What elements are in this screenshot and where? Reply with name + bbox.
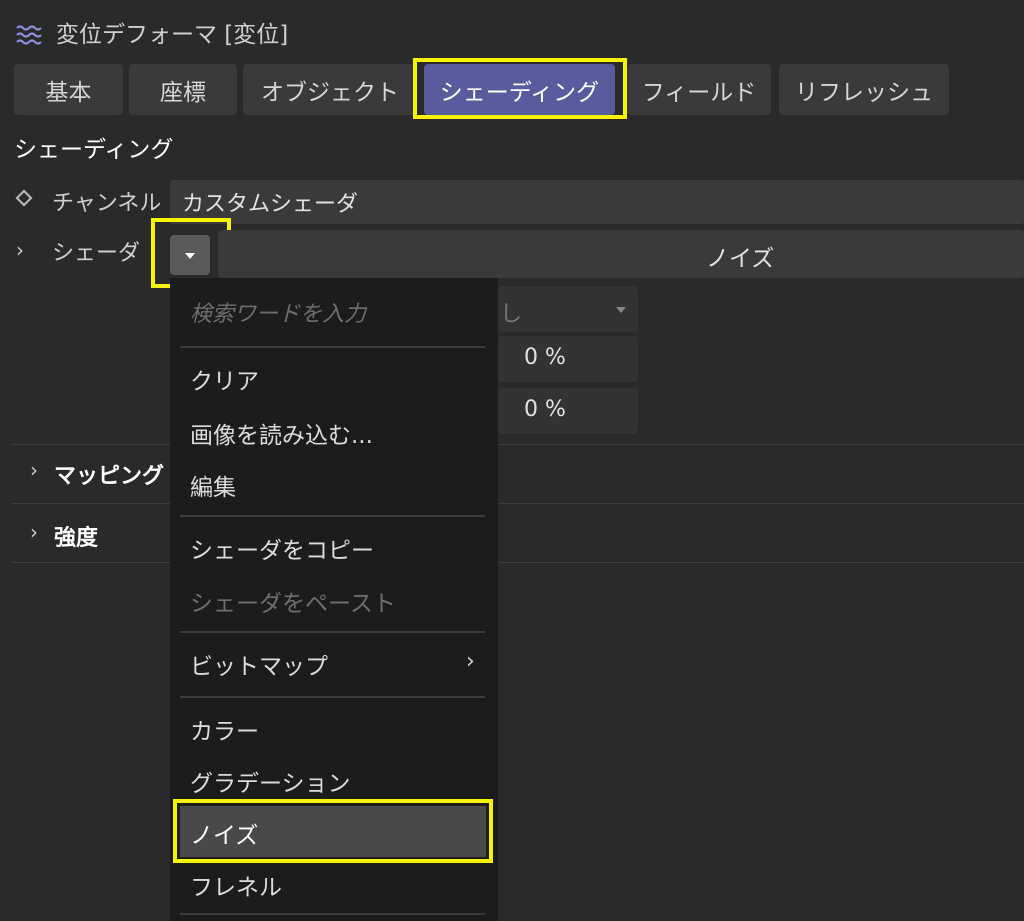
tab-shading-highlight [413, 58, 627, 119]
tab-label: リフレッシュ [795, 79, 933, 106]
window-title: 変位デフォーマ [変位] [56, 22, 289, 48]
tab-label: 座標 [160, 79, 206, 106]
menu-separator [180, 913, 485, 915]
deformer-waves-icon [16, 25, 42, 45]
shader-value: ノイズ [706, 246, 775, 272]
channel-label: チャンネル [52, 191, 162, 216]
channel-field[interactable]: カスタムシェーダ [170, 180, 1024, 224]
title-bar: 変位デフォーマ [変位] [0, 0, 1024, 64]
section-heading: シェーディング [14, 137, 174, 163]
menu-item-color[interactable]: カラー [190, 712, 259, 746]
menu-item-paste-shader[interactable]: シェーダをペースト [190, 584, 396, 618]
percent-field-2[interactable]: 0 % [498, 388, 638, 434]
menu-search-input[interactable]: 検索ワードを入力 [190, 296, 366, 328]
shader-label: シェーダ [52, 241, 141, 266]
tab-refresh[interactable]: リフレッシュ [779, 64, 949, 115]
group-mapping[interactable]: マッピング [54, 458, 164, 490]
caret-down-icon [616, 307, 626, 313]
menu-item-edit[interactable]: 編集 [190, 468, 236, 502]
menu-item-gradient[interactable]: グラデーション [190, 764, 351, 798]
channel-value: カスタムシェーダ [182, 192, 359, 217]
submenu-chevron-icon: › [466, 649, 475, 674]
hidden-select-field[interactable]: し [498, 286, 638, 332]
partial-text: し [500, 302, 523, 327]
menu-item-bitmap[interactable]: ビットマップ [190, 647, 328, 681]
tab-label: オブジェクト [261, 79, 399, 106]
percent-value: 0 % [524, 345, 566, 370]
divider [12, 444, 1024, 445]
tab-fields[interactable]: フィールド [627, 64, 771, 115]
tab-basic[interactable]: 基本 [14, 64, 123, 115]
menu-item-fresnel[interactable]: フレネル [190, 868, 282, 902]
shader-field[interactable]: ノイズ [218, 230, 1024, 278]
expand-chevron-icon[interactable]: › [16, 238, 24, 262]
group-strength[interactable]: 強度 [54, 520, 98, 552]
menu-separator [180, 696, 485, 698]
menu-separator [180, 346, 485, 348]
tab-label: フィールド [641, 79, 757, 106]
expand-chevron-icon[interactable]: › [30, 458, 38, 482]
menu-item-copy-shader[interactable]: シェーダをコピー [190, 531, 374, 565]
menu-item-clear[interactable]: クリア [190, 362, 259, 396]
expand-chevron-icon[interactable]: › [30, 520, 38, 544]
menu-separator [180, 515, 485, 517]
percent-field-1[interactable]: 0 % [498, 336, 638, 382]
tab-label: 基本 [45, 79, 92, 106]
menu-separator [180, 631, 485, 633]
tab-coordinates[interactable]: 座標 [129, 64, 237, 115]
divider [12, 562, 1024, 563]
keyframe-diamond-icon[interactable] [15, 189, 33, 207]
noise-item-highlight [173, 799, 493, 863]
divider [12, 503, 1024, 504]
tab-object[interactable]: オブジェクト [243, 64, 417, 115]
menu-item-load-image[interactable]: 画像を読み込む... [190, 416, 373, 450]
percent-value: 0 % [524, 397, 566, 422]
